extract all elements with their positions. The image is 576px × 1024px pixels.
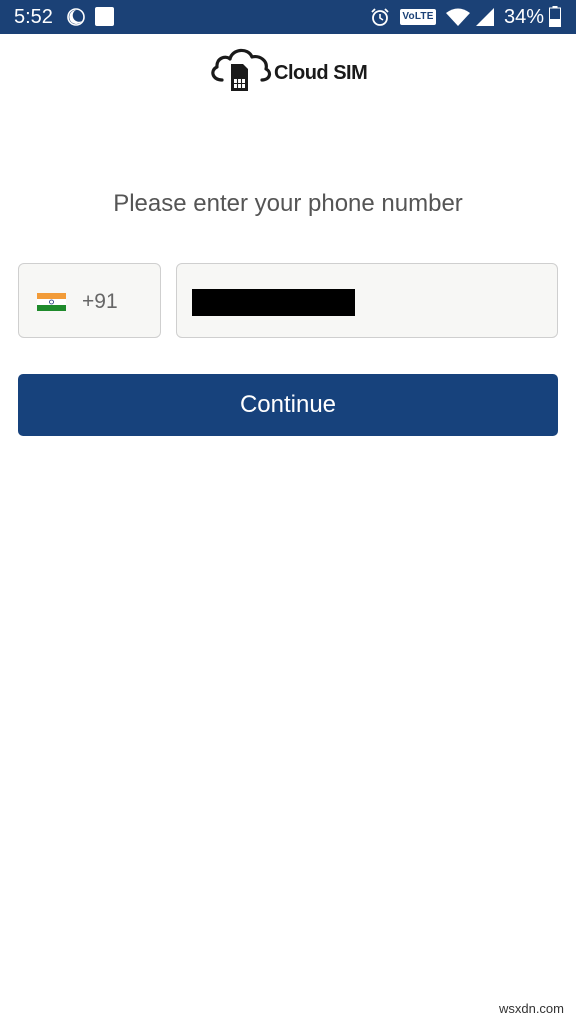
logo-text: Cloud SIM	[274, 62, 368, 84]
status-bar: 5:52 VoLTE 34%	[0, 0, 576, 34]
watermark: wsxdn.com	[498, 1001, 564, 1016]
dial-code: +91	[82, 290, 118, 313]
cloud-sim-icon	[211, 48, 272, 91]
phone-prompt: Please enter your phone number	[113, 190, 463, 217]
india-flag-icon	[37, 293, 66, 311]
country-code-picker[interactable]: +91	[18, 263, 161, 338]
volte-badge: VoLTE	[400, 9, 436, 25]
app-logo: Cloud SIM	[208, 46, 378, 96]
notification-icon	[95, 7, 114, 26]
battery-icon	[549, 6, 561, 27]
wifi-icon	[446, 8, 470, 26]
moon-icon	[67, 8, 85, 26]
status-time: 5:52	[14, 6, 53, 28]
redacted-phone-number	[192, 289, 355, 316]
signal-icon	[476, 8, 494, 26]
battery-percent: 34%	[504, 6, 545, 28]
alarm-icon	[371, 8, 389, 26]
continue-button[interactable]: Continue	[18, 374, 558, 436]
phone-number-input[interactable]	[176, 263, 558, 338]
